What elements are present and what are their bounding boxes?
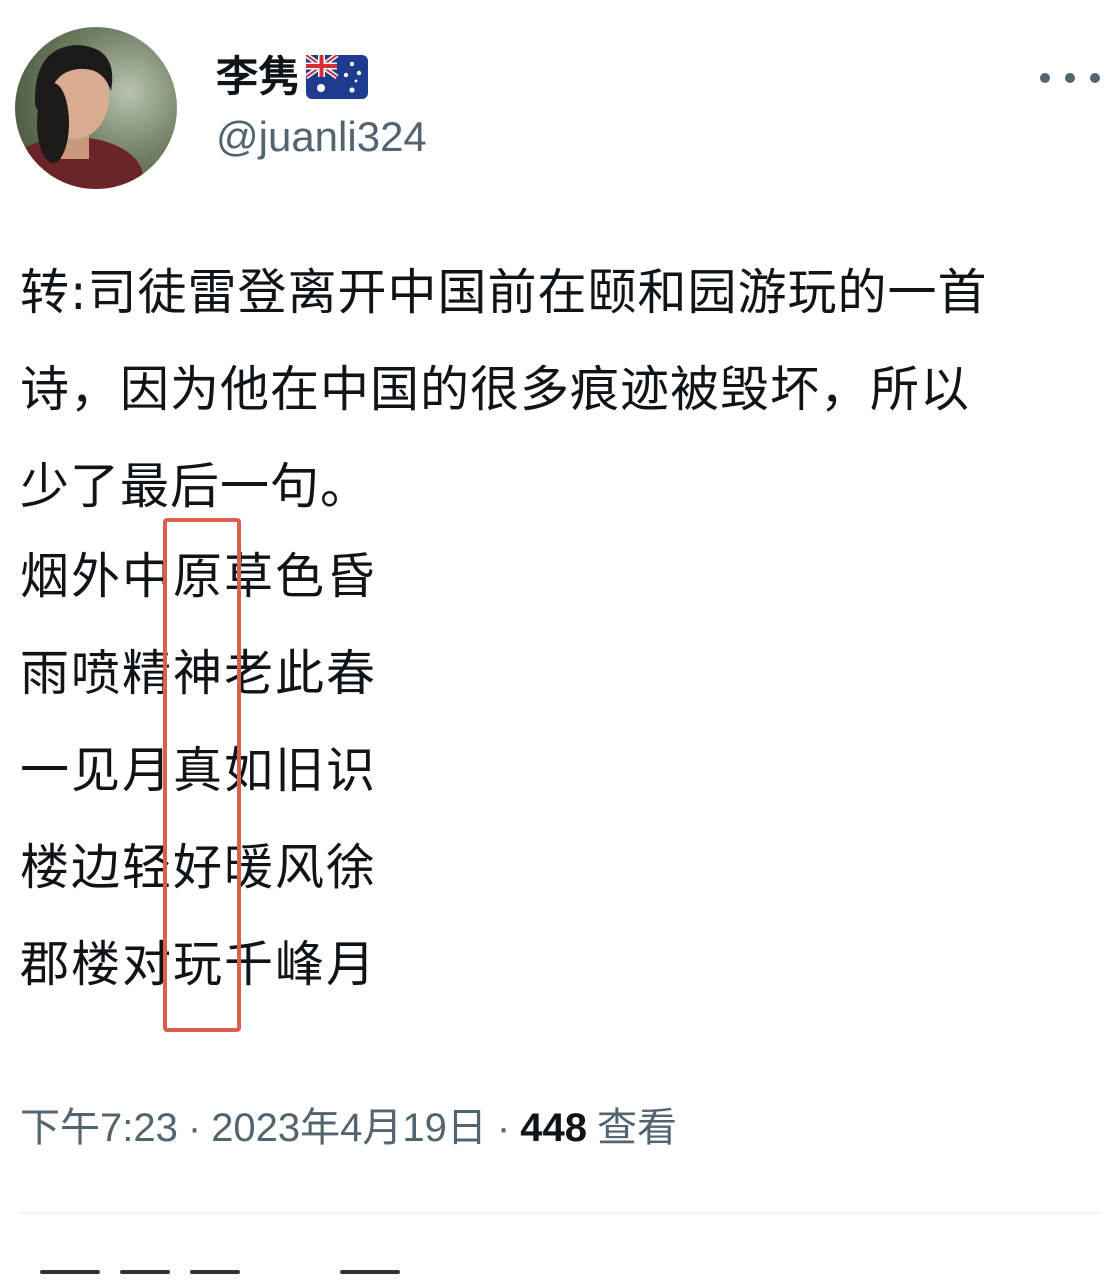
tweet-meta: 下午7:23 · 2023年4月19日 · 448 查看 [20, 1102, 677, 1154]
meta-separator: · [496, 1106, 511, 1150]
tweet-text: 转:司徒雷登离开中国前在颐和园游玩的一首 诗，因为他在中国的很多痕迹被毁坏，所以… [20, 244, 1100, 535]
meta-separator: · [187, 1106, 202, 1150]
highlight-box [163, 518, 241, 1032]
tweet-date[interactable]: 2023年4月19日 [211, 1102, 487, 1154]
display-name-text: 李隽 [216, 52, 301, 101]
australia-flag-icon [304, 52, 369, 99]
views-count[interactable]: 448 [520, 1102, 587, 1154]
display-name[interactable]: 李隽 [216, 52, 369, 102]
avatar[interactable] [15, 27, 177, 189]
more-horizontal-icon[interactable] [1040, 56, 1100, 100]
tweet-text-line: 转:司徒雷登离开中国前在颐和园游玩的一首 [20, 264, 988, 321]
views-label[interactable]: 查看 [597, 1102, 677, 1154]
tweet-text-line: 诗，因为他在中国的很多痕迹被毁坏，所以 [20, 361, 971, 418]
tweet-time[interactable]: 下午7:23 [20, 1102, 178, 1154]
user-handle[interactable]: @juanli324 [216, 112, 427, 162]
divider [20, 1212, 1100, 1214]
cutoff-content [20, 1262, 520, 1280]
